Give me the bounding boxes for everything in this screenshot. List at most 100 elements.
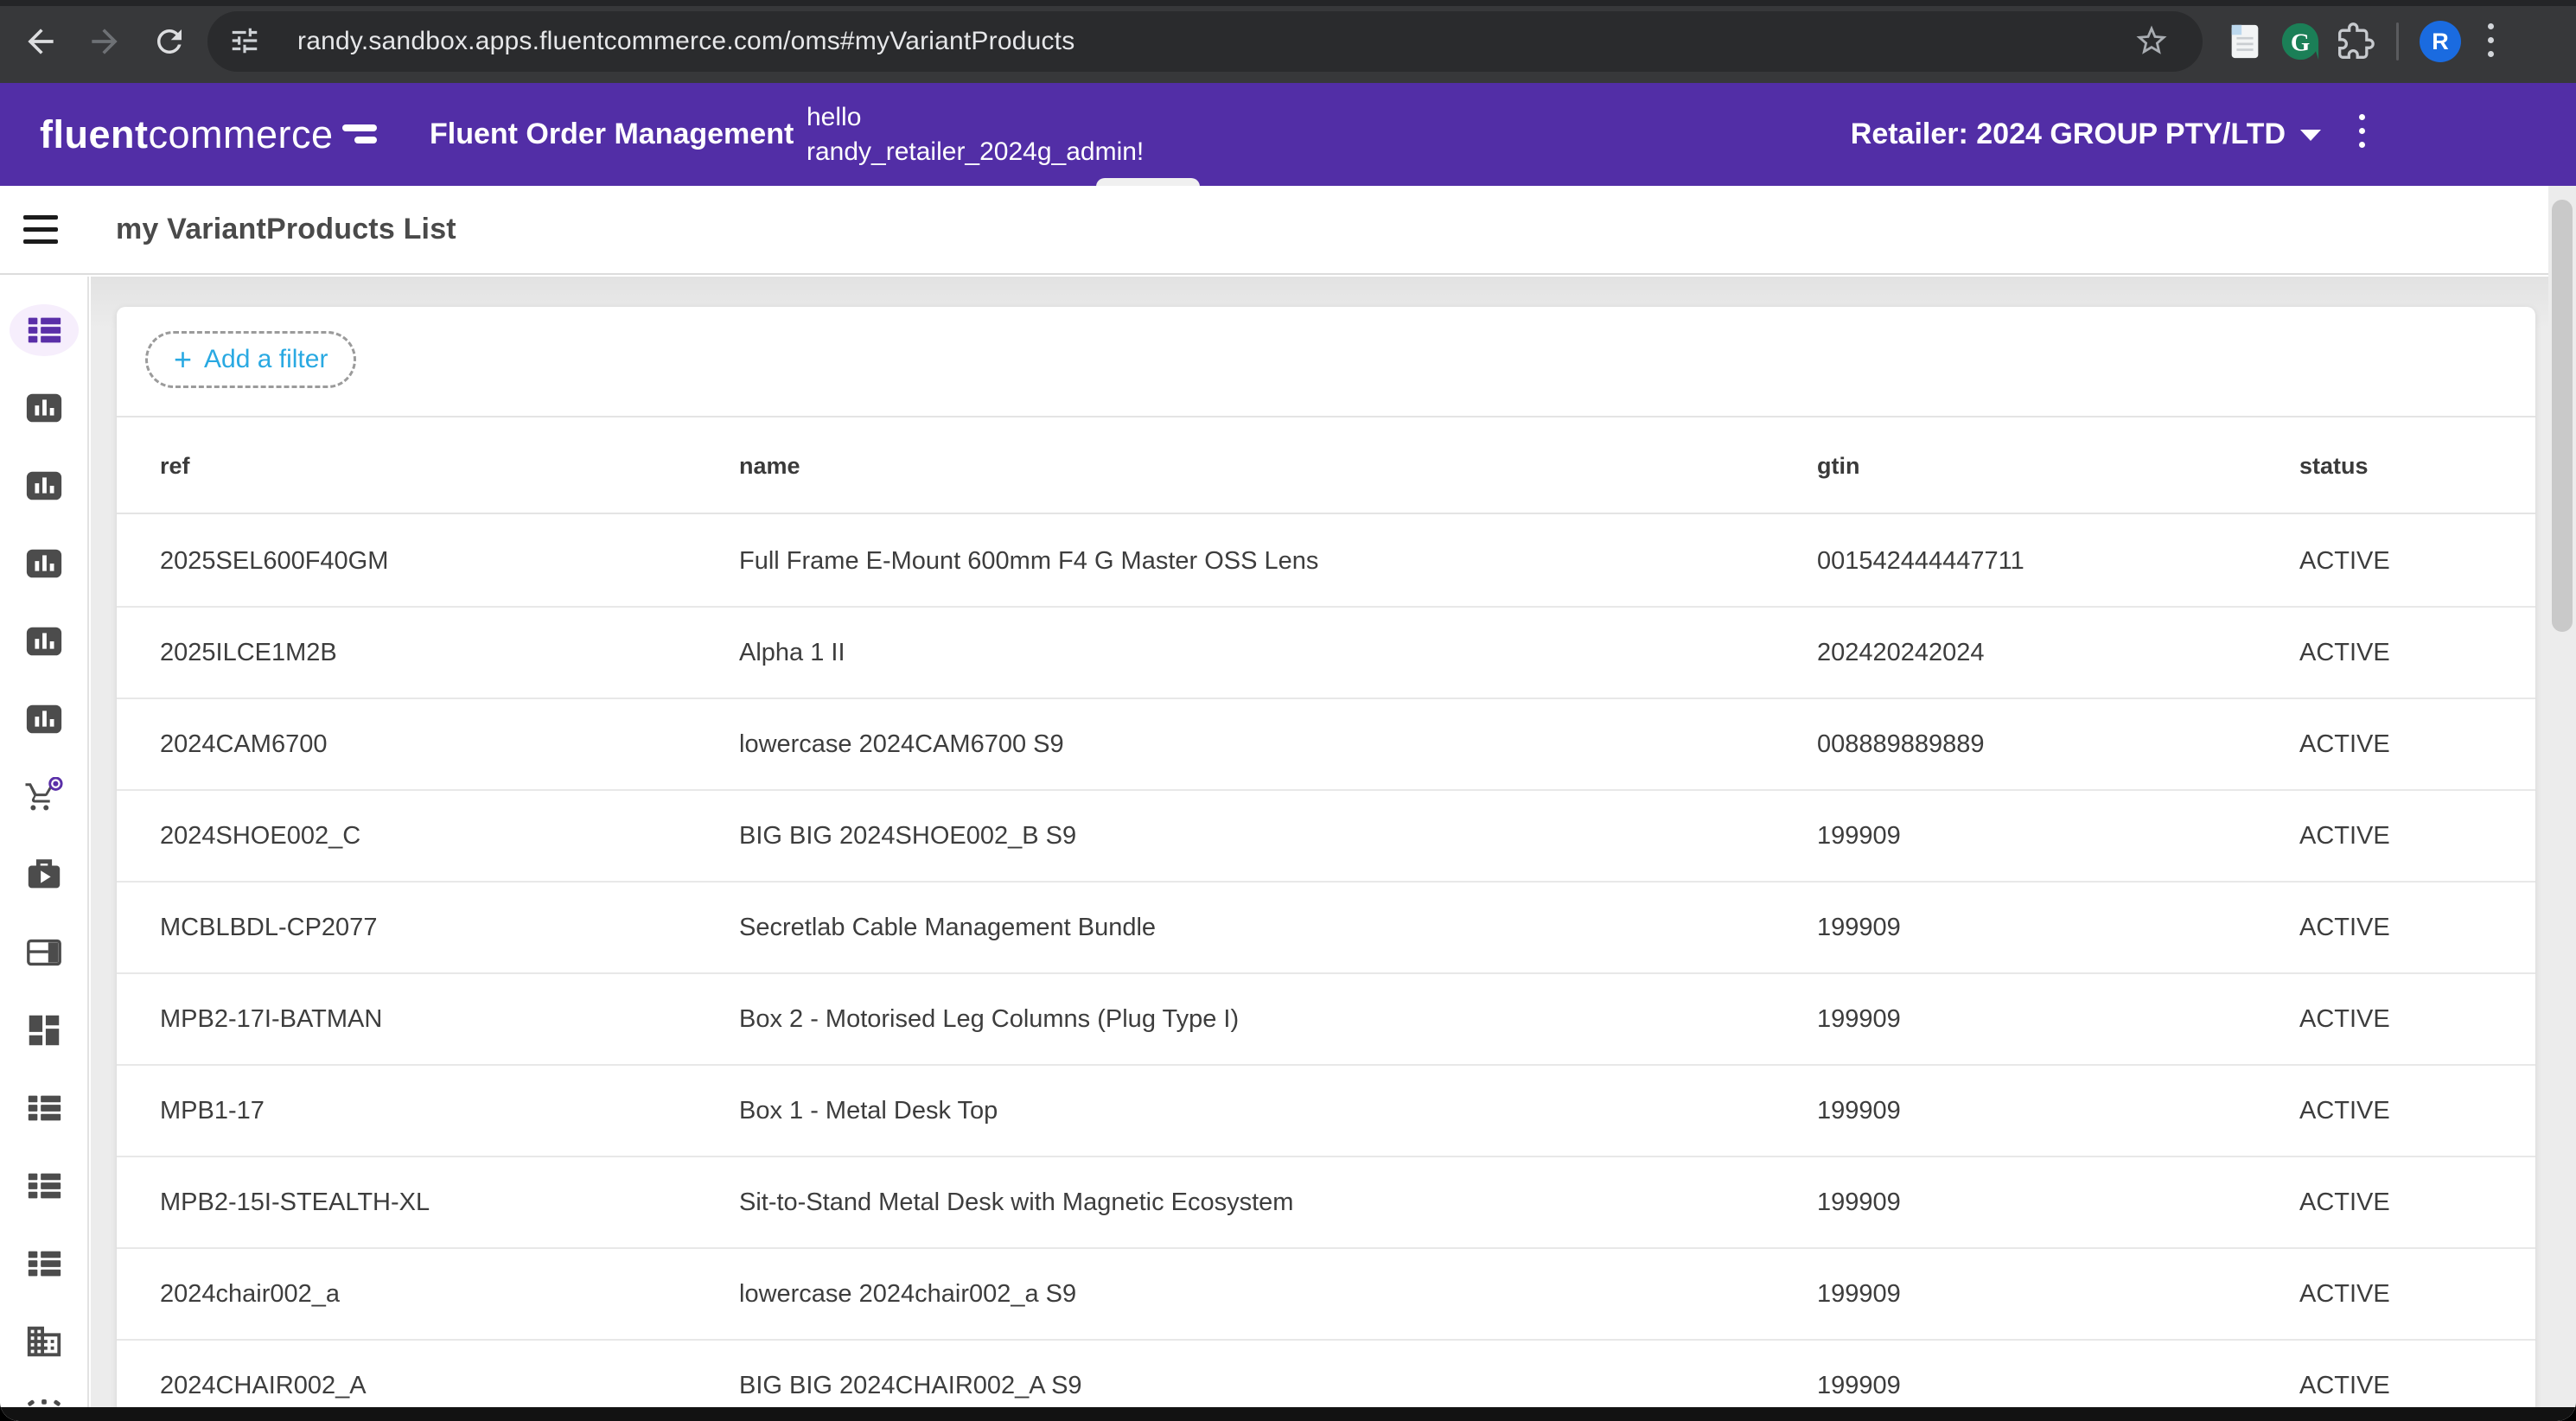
greeting-line1: hello xyxy=(807,100,1144,135)
cell-ref: 2024chair002_a xyxy=(160,1249,340,1339)
cell-name: Secretlab Cable Management Bundle xyxy=(739,883,1156,972)
screen: randy.sandbox.apps.fluentcommerce.com/om… xyxy=(0,0,2576,1421)
table-row[interactable]: 2025ILCE1M2B Alpha 1 II 202420242024 ACT… xyxy=(117,608,2535,699)
table-row[interactable]: 2024SHOE002_C BIG BIG 2024SHOE002_B S9 1… xyxy=(117,791,2535,883)
filter-bar: + Add a filter xyxy=(117,307,2535,417)
cell-status: ACTIVE xyxy=(2299,516,2390,606)
cell-gtin: 199909 xyxy=(1817,1157,1901,1247)
cell-status: ACTIVE xyxy=(2299,1066,2390,1156)
page-topbar: my VariantProducts List xyxy=(0,186,2576,275)
list-table-2-icon[interactable] xyxy=(10,1082,79,1134)
logo-text-light: commerce xyxy=(148,112,333,157)
retailer-selector[interactable]: Retailer: 2024 GROUP PTY/LTD xyxy=(1851,83,2322,186)
logo-text-bold: fluent xyxy=(40,112,148,157)
browser-menu-icon[interactable] xyxy=(2488,23,2494,57)
greeting-line2: randy_retailer_2024g_admin! xyxy=(807,135,1144,169)
product-name: Fluent Order Management xyxy=(430,83,794,186)
cell-ref: 2024SHOE002_C xyxy=(160,791,360,881)
column-header-name[interactable]: name xyxy=(739,417,800,514)
scrollbar-thumb[interactable] xyxy=(2552,200,2573,632)
cell-gtin: 199909 xyxy=(1817,1249,1901,1339)
table-row[interactable]: 2024chair002_a lowercase 2024chair002_a … xyxy=(117,1249,2535,1341)
url-text[interactable]: randy.sandbox.apps.fluentcommerce.com/om… xyxy=(297,27,1074,56)
add-filter-label: Add a filter xyxy=(204,345,328,374)
app-header: fluentcommerce Fluent Order Management h… xyxy=(0,83,2576,186)
bar-chart-icon[interactable] xyxy=(10,382,79,434)
bar-chart-icon[interactable] xyxy=(10,693,79,745)
cell-name: Full Frame E-Mount 600mm F4 G Master OSS… xyxy=(739,516,1318,606)
cell-name: BIG BIG 2024SHOE002_B S9 xyxy=(739,791,1076,881)
card-layout-icon[interactable] xyxy=(10,927,79,978)
site-settings-icon[interactable] xyxy=(228,24,261,61)
table-row[interactable]: MCBLBDL-CP2077 Secretlab Cable Managemen… xyxy=(117,883,2535,974)
column-header-gtin[interactable]: gtin xyxy=(1817,417,1859,514)
cell-gtin: 199909 xyxy=(1817,1066,1901,1156)
cell-name: Sit-to-Stand Metal Desk with Magnetic Ec… xyxy=(739,1157,1293,1247)
plus-icon: + xyxy=(174,344,192,375)
bookmark-star-icon[interactable] xyxy=(2133,22,2170,63)
fluentcommerce-logo[interactable]: fluentcommerce xyxy=(40,83,379,186)
cell-status: ACTIVE xyxy=(2299,1157,2390,1247)
column-header-ref[interactable]: ref xyxy=(160,417,190,514)
app-menu-kebab-icon[interactable] xyxy=(2351,114,2372,148)
bar-chart-icon[interactable] xyxy=(10,538,79,589)
logo-mark-icon xyxy=(342,122,379,148)
add-filter-button[interactable]: + Add a filter xyxy=(145,331,356,388)
page-scrollbar xyxy=(2548,186,2576,1421)
cell-name: Box 2 - Motorised Leg Columns (Plug Type… xyxy=(739,974,1239,1064)
cell-status: ACTIVE xyxy=(2299,699,2390,789)
bar-chart-icon[interactable] xyxy=(10,615,79,667)
toolbar-divider xyxy=(2396,22,2399,61)
cell-ref: MPB1-17 xyxy=(160,1066,265,1156)
table-row[interactable]: MPB1-17 Box 1 - Metal Desk Top 199909 AC… xyxy=(117,1066,2535,1157)
svg-text:G: G xyxy=(2291,29,2310,57)
cell-ref: MCBLBDL-CP2077 xyxy=(160,883,377,972)
shopping-cart-icon[interactable] xyxy=(10,771,79,823)
cell-status: ACTIVE xyxy=(2299,1249,2390,1339)
cell-ref: MPB2-15I-STEALTH-XL xyxy=(160,1157,430,1247)
table-row[interactable]: 2025SEL600F40GM Full Frame E-Mount 600mm… xyxy=(117,516,2535,608)
back-arrow-icon[interactable] xyxy=(20,21,61,62)
table-row[interactable]: MPB2-17I-BATMAN Box 2 - Motorised Leg Co… xyxy=(117,974,2535,1066)
column-header-status[interactable]: status xyxy=(2299,417,2369,514)
bar-chart-icon[interactable] xyxy=(10,460,79,512)
briefcase-play-icon[interactable] xyxy=(10,849,79,901)
cell-status: ACTIVE xyxy=(2299,608,2390,698)
reload-icon[interactable] xyxy=(149,21,190,62)
cell-ref: MPB2-17I-BATMAN xyxy=(160,974,382,1064)
grammarly-extension-icon[interactable]: G xyxy=(2278,19,2323,64)
caret-down-icon xyxy=(2299,127,2322,143)
browser-top-edge xyxy=(0,0,2576,6)
dashboard-icon[interactable] xyxy=(10,1004,79,1056)
cell-name: Box 1 - Metal Desk Top xyxy=(739,1066,998,1156)
cell-gtin: 001542444447711 xyxy=(1817,516,2024,606)
sidebar-nav xyxy=(0,277,89,1421)
cell-status: ACTIVE xyxy=(2299,791,2390,881)
list-table-2-icon[interactable] xyxy=(10,1238,79,1290)
cell-gtin: 008889889889 xyxy=(1817,699,1985,789)
screen-bottom-edge xyxy=(0,1407,2576,1421)
cell-ref: 2025ILCE1M2B xyxy=(160,608,337,698)
retailer-label: Retailer: 2024 GROUP PTY/LTD xyxy=(1851,118,2286,151)
extensions-puzzle-icon[interactable] xyxy=(2333,19,2378,64)
list-table-2-icon[interactable] xyxy=(10,1160,79,1212)
table-row[interactable]: 2024CAM6700 lowercase 2024CAM6700 S9 008… xyxy=(117,699,2535,791)
building-icon[interactable] xyxy=(10,1316,79,1367)
cell-name: lowercase 2024chair002_a S9 xyxy=(739,1249,1076,1339)
cell-gtin: 199909 xyxy=(1817,883,1901,972)
browser-profile-avatar[interactable]: R xyxy=(2420,21,2461,62)
forward-arrow-icon[interactable] xyxy=(84,21,125,62)
list-table-icon[interactable] xyxy=(10,304,79,356)
table-body: 2025SEL600F40GM Full Frame E-Mount 600mm… xyxy=(117,516,2535,1421)
cell-name: Alpha 1 II xyxy=(739,608,845,698)
table-header: ref name gtin status xyxy=(117,417,2535,514)
menu-hamburger-icon[interactable] xyxy=(23,215,58,244)
page-title: my VariantProducts List xyxy=(116,186,456,273)
cell-status: ACTIVE xyxy=(2299,974,2390,1064)
notes-extension-icon[interactable] xyxy=(2222,19,2267,64)
table-row[interactable]: MPB2-15I-STEALTH-XL Sit-to-Stand Metal D… xyxy=(117,1157,2535,1249)
cell-gtin: 202420242024 xyxy=(1817,608,1985,698)
browser-toolbar: randy.sandbox.apps.fluentcommerce.com/om… xyxy=(0,0,2576,83)
address-bar[interactable]: randy.sandbox.apps.fluentcommerce.com/om… xyxy=(207,11,2203,72)
cell-name: lowercase 2024CAM6700 S9 xyxy=(739,699,1064,789)
